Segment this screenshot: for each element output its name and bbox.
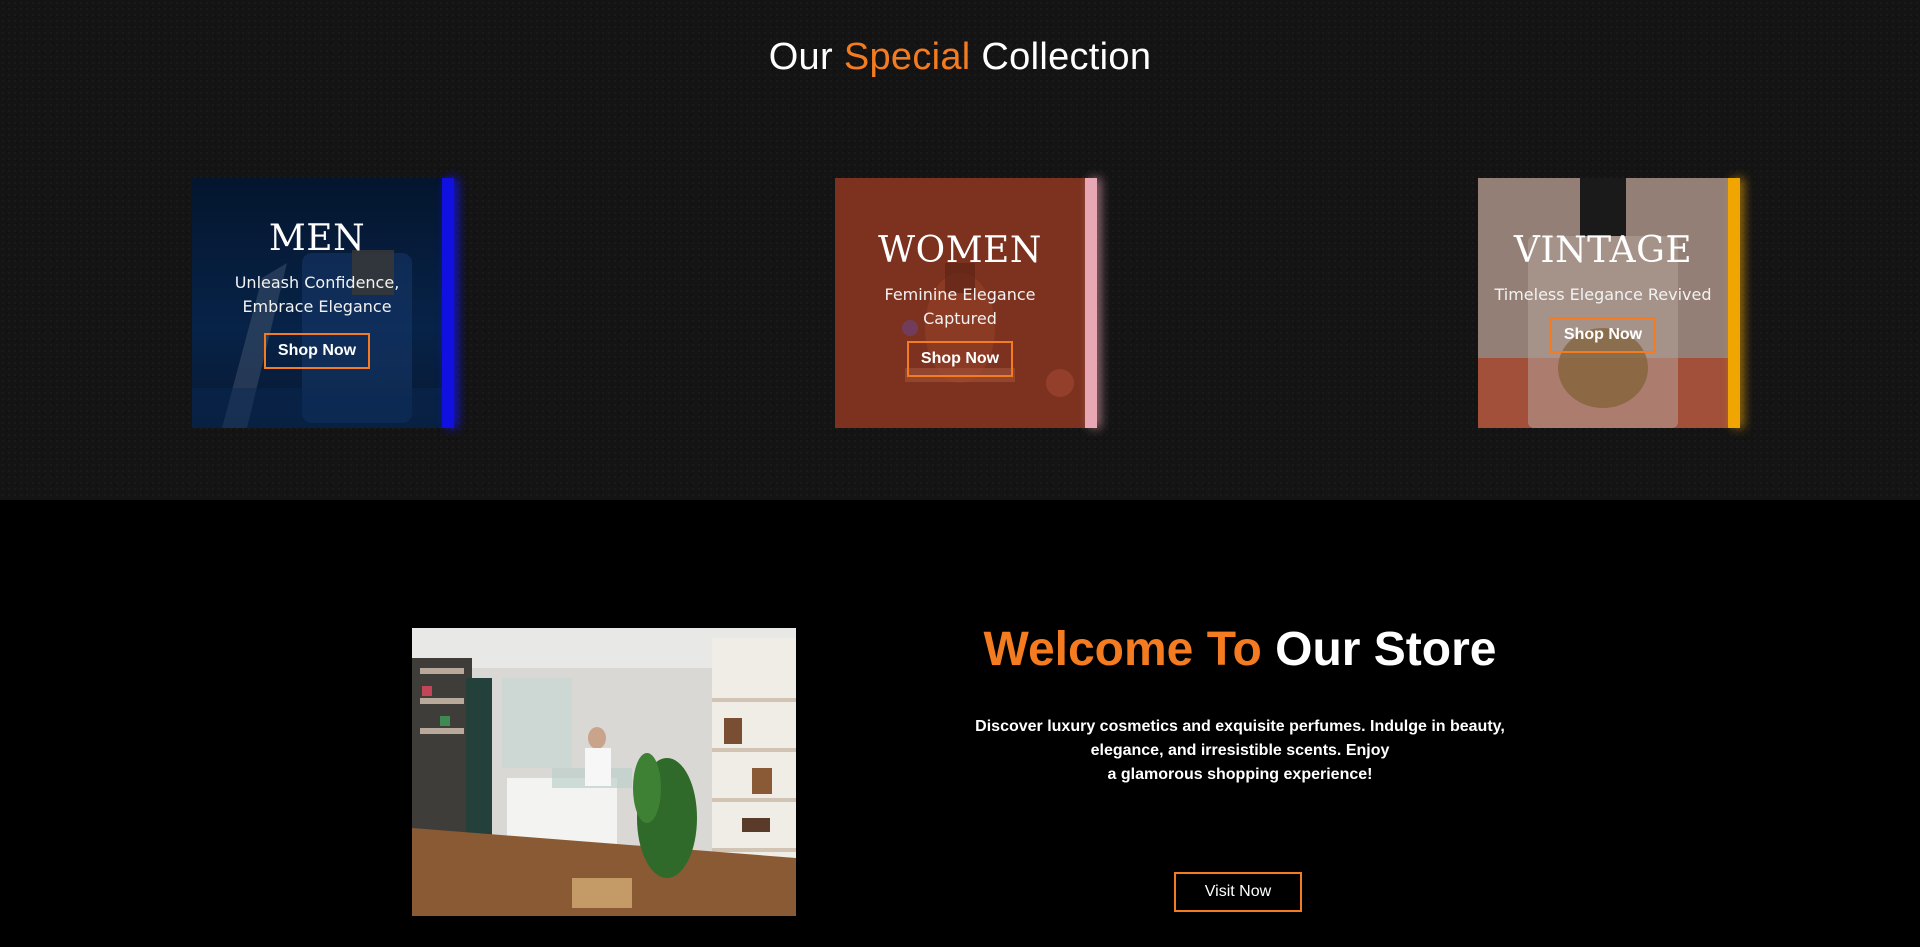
card-subtitle: Feminine Elegance Captured [884,285,1036,328]
title-prefix: Our [768,36,844,78]
description-line-2: elegance, and irresistible scents. Enjoy [1090,742,1390,759]
welcome-description: Discover luxury cosmetics and exquisite … [940,715,1540,787]
title-accent: Special [843,36,971,78]
vintage-card-accent-edge [1728,178,1740,428]
collection-title: Our Special Collection [0,36,1920,79]
shop-now-button[interactable]: Shop Now [1549,317,1657,353]
card-title: VINTAGE [1513,230,1693,271]
description-line-3: a glamorous shopping experience! [1107,766,1373,783]
visit-now-button[interactable]: Visit Now [1174,872,1302,912]
women-card-accent-edge [1085,178,1097,428]
vintage-card: VINTAGE Timeless Elegance Revived Shop N… [1478,178,1728,428]
men-card-accent-edge [442,178,454,428]
shop-now-button[interactable]: Shop Now [263,333,371,369]
women-card: WOMEN Feminine Elegance Captured Shop No… [835,178,1085,428]
welcome-accent: Welcome To [983,623,1262,676]
special-collection-section: Our Special Collection MEN Unleash Confi… [0,0,1920,500]
welcome-title: Welcome To Our Store [900,622,1580,677]
shop-now-button[interactable]: Shop Now [906,341,1014,377]
store-interior-image [412,628,796,916]
welcome-store-section: Welcome To Our Store Discover luxury cos… [0,500,1920,947]
card-title: WOMEN [878,230,1042,271]
card-subtitle: Unleash Confidence, Embrace Elegance [234,273,400,316]
card-subtitle: Timeless Elegance Revived [1494,285,1712,304]
card-title: MEN [268,218,366,259]
description-line-1: Discover luxury cosmetics and exquisite … [975,718,1505,735]
welcome-rest: Our Store [1261,623,1497,676]
men-card: MEN Unleash Confidence, Embrace Elegance… [192,178,442,428]
title-suffix: Collection [970,36,1152,78]
